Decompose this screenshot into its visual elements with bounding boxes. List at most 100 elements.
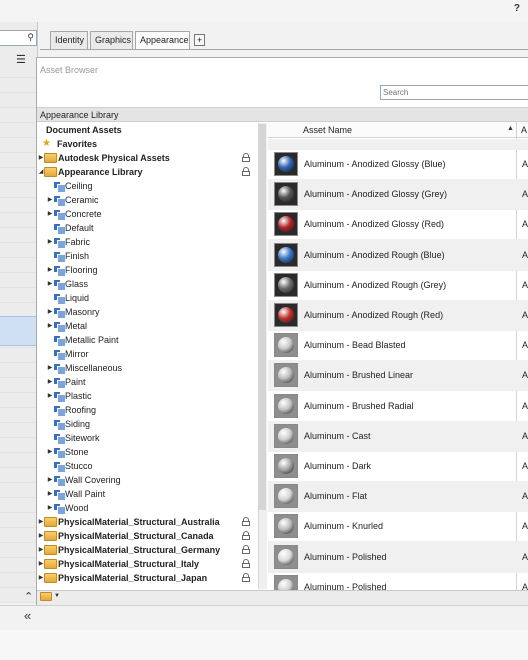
tree-item[interactable]: ▶ Masonry — [37, 305, 259, 319]
left-selected-row[interactable] — [0, 316, 37, 346]
tree-item[interactable]: ◢ Appearance Library — [37, 165, 259, 179]
left-list-row[interactable] — [0, 197, 37, 213]
asset-row[interactable]: Aluminum - Anodized Glossy (Blue) A — [268, 149, 528, 180]
left-list-row[interactable] — [0, 122, 37, 138]
left-list-row[interactable] — [0, 572, 37, 588]
left-list-row[interactable] — [0, 137, 37, 153]
asset-row[interactable]: Aluminum - Anodized Rough (Grey) A — [268, 270, 528, 301]
left-list-row[interactable] — [0, 497, 37, 513]
tree-item[interactable]: Siding — [37, 417, 259, 431]
tab-appearance[interactable]: Appearance — [135, 31, 190, 49]
left-list-row[interactable] — [0, 62, 37, 78]
asset-row[interactable]: Aluminum - Anodized Rough (Red) A — [268, 300, 528, 331]
left-list-row[interactable] — [0, 422, 37, 438]
tree-item[interactable]: Roofing — [37, 403, 259, 417]
chevron-down-icon[interactable]: ▼ — [54, 593, 60, 599]
left-list-row[interactable] — [0, 407, 37, 423]
tree-item[interactable]: Ceiling — [37, 179, 259, 193]
tree-item[interactable]: ▶ PhysicalMaterial_Structural_Canada — [37, 529, 259, 543]
asset-row[interactable]: Aluminum - Cast A — [268, 420, 528, 452]
tree-scrollbar-thumb[interactable] — [259, 124, 266, 510]
left-list-row[interactable] — [0, 377, 37, 393]
tree-item-label: PhysicalMaterial_Structural_Italy — [58, 559, 200, 569]
tree-item[interactable]: Finish — [37, 249, 259, 263]
left-list-row[interactable] — [0, 437, 37, 453]
left-list-row[interactable] — [0, 527, 37, 543]
asset-row[interactable]: Aluminum - Bead Blasted A — [268, 330, 528, 362]
left-list-row[interactable] — [0, 167, 37, 183]
left-list-row[interactable] — [0, 557, 37, 573]
add-tab-button[interactable]: + — [194, 34, 206, 46]
help-button[interactable]: ? — [514, 3, 520, 14]
asset-row[interactable]: Aluminum - Polished A — [268, 541, 528, 573]
tree-item[interactable]: ▶ Metal — [37, 319, 259, 333]
left-list-row[interactable] — [0, 452, 37, 468]
tab-graphics[interactable]: Graphics — [90, 31, 133, 49]
asset-row[interactable]: Aluminum - Knurled A — [268, 511, 528, 543]
tree-item[interactable]: ▶ Miscellaneous — [37, 361, 259, 375]
tree-item[interactable]: ▶ Stone — [37, 445, 259, 459]
collapse-up-icon[interactable]: ⌃ — [24, 590, 33, 603]
left-search-input[interactable]: ⚲ — [0, 30, 37, 46]
collapse-left-icon[interactable]: « — [24, 608, 31, 623]
tree-item[interactable]: ▶ Plastic — [37, 389, 259, 403]
tree-item[interactable]: ▶ Wall Paint — [37, 487, 259, 501]
library-folder-icon[interactable] — [40, 592, 52, 601]
lock-icon — [242, 153, 250, 162]
tree-item[interactable]: Stucco — [37, 459, 259, 473]
asset-row[interactable]: Aluminum - Dark A — [268, 451, 528, 482]
asset-row[interactable]: Aluminum - Anodized Rough (Blue) A — [268, 239, 528, 271]
left-list-row[interactable] — [0, 392, 37, 408]
asset-row[interactable]: Aluminum - Polished A — [268, 572, 528, 590]
asset-row[interactable]: Aluminum - Anodized Glossy (Red) A — [268, 209, 528, 241]
left-list-row[interactable] — [0, 212, 37, 228]
left-list-row[interactable] — [0, 542, 37, 558]
asset-search-input[interactable] — [380, 85, 528, 100]
left-list-row[interactable] — [0, 347, 37, 363]
tree-item[interactable]: ▶ Ceramic — [37, 193, 259, 207]
asset-row[interactable]: Aluminum - Flat A — [268, 481, 528, 513]
tree-item[interactable]: ▶ PhysicalMaterial_Structural_Italy — [37, 557, 259, 571]
tab-identity[interactable]: Identity — [50, 31, 88, 49]
left-list-row[interactable] — [0, 182, 37, 198]
tree-item[interactable]: ▶ Autodesk Physical Assets — [37, 151, 259, 165]
left-list-row[interactable] — [0, 482, 37, 498]
tree-item[interactable]: Document Assets — [37, 123, 259, 137]
column-header-type[interactable]: A — [521, 125, 527, 135]
column-header-asset-name[interactable]: Asset Name — [303, 125, 352, 135]
tree-item[interactable]: ★ Favorites — [37, 137, 259, 151]
tree-item[interactable]: ▶ PhysicalMaterial_Structural_Australia — [37, 515, 259, 529]
left-list-row[interactable] — [0, 272, 37, 288]
tree-item[interactable]: Sitework — [37, 431, 259, 445]
left-list-row[interactable] — [0, 242, 37, 258]
tree-item[interactable]: Metallic Paint — [37, 333, 259, 347]
left-list-row[interactable] — [0, 467, 37, 483]
tree-item[interactable]: Liquid — [37, 291, 259, 305]
tree-item[interactable]: ▶ Concrete — [37, 207, 259, 221]
tree-item[interactable]: ▶ PhysicalMaterial_Structural_Japan — [37, 571, 259, 585]
left-list-row[interactable] — [0, 227, 37, 243]
left-list-row[interactable] — [0, 77, 37, 93]
left-list-row[interactable] — [0, 107, 37, 123]
asset-row[interactable]: Aluminum - Brushed Radial A — [268, 391, 528, 422]
left-list-row[interactable] — [0, 152, 37, 168]
left-list-row[interactable] — [0, 257, 37, 273]
tree-item[interactable]: ▶ Paint — [37, 375, 259, 389]
left-list-row[interactable] — [0, 287, 37, 303]
material-swatch-icon — [274, 272, 298, 297]
tree-item[interactable]: ▶ Flooring — [37, 263, 259, 277]
tree-item[interactable]: ▶ Glass — [37, 277, 259, 291]
tree-item[interactable]: ▶ Wall Covering — [37, 473, 259, 487]
left-list-row[interactable] — [0, 512, 37, 528]
search-icon[interactable]: ⚲ — [27, 32, 34, 43]
tree-item[interactable]: ▶ PhysicalMaterial_Structural_Germany — [37, 543, 259, 557]
left-list-row[interactable] — [0, 92, 37, 108]
tree-item[interactable]: Mirror — [37, 347, 259, 361]
tree-item[interactable]: ▶ Wood — [37, 501, 259, 515]
asset-row[interactable]: Aluminum - Anodized Glossy (Grey) A — [268, 179, 528, 211]
asset-row[interactable]: Aluminum - Brushed Linear A — [268, 360, 528, 392]
sort-ascending-icon[interactable]: ▲ — [507, 125, 514, 132]
tree-item[interactable]: ▶ Fabric — [37, 235, 259, 249]
left-list-row[interactable] — [0, 362, 37, 378]
tree-item[interactable]: Default — [37, 221, 259, 235]
